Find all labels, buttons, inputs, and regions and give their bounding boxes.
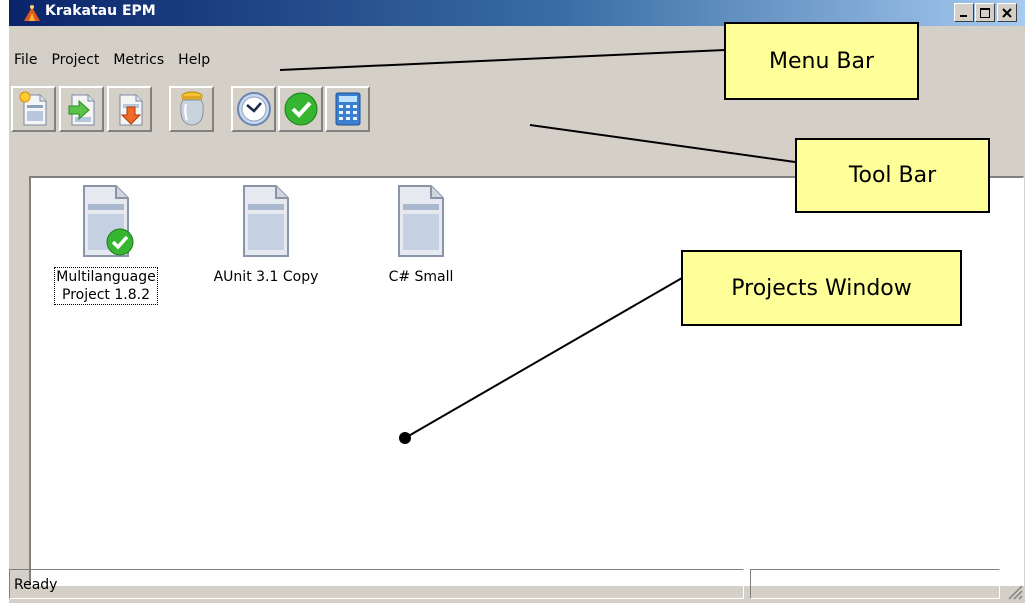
close-icon [1002,7,1012,18]
project-item-multilanguage[interactable]: Multilanguage Project 1.8.2 [41,182,171,305]
app-title: Krakatau EPM [45,3,156,19]
status-text: Ready [9,569,744,599]
clock-button[interactable] [231,86,276,132]
tool-bar-callout: Tool Bar [795,138,990,213]
krakatau-logo-icon [24,5,40,21]
menu-bar: File Project Metrics Help [9,48,217,72]
calculator-icon [335,92,360,126]
projects-window-callout: Projects Window [681,250,962,326]
menu-file[interactable]: File [9,52,44,68]
document-icon [243,185,289,257]
check-icon [284,92,317,126]
import-button[interactable] [59,86,104,132]
status-panel [750,569,1000,599]
project-label: Multilanguage Project 1.8.2 [54,267,158,305]
minimize-button[interactable] [954,3,974,22]
maximize-icon [980,7,990,18]
jar-button[interactable] [169,86,214,132]
project-item-aunit[interactable]: AUnit 3.1 Copy [201,182,331,286]
calculator-button[interactable] [325,86,370,132]
menu-metrics[interactable]: Metrics [106,52,171,68]
document-check-icon [83,185,134,257]
projects-window[interactable]: Multilanguage Project 1.8.2 AUnit 3.1 Cop… [29,176,1024,586]
import-icon [68,94,94,126]
status-bar: Ready [9,566,1025,603]
project-label: AUnit 3.1 Copy [213,269,319,285]
menu-help[interactable]: Help [171,52,217,68]
new-project-button[interactable] [11,86,56,132]
jar-icon [179,91,204,126]
new-project-icon [19,91,46,126]
export-icon [119,94,142,126]
check-button[interactable] [278,86,323,132]
export-button[interactable] [107,86,152,132]
menu-bar-callout: Menu Bar [724,22,919,100]
maximize-button[interactable] [975,3,995,22]
clock-icon [236,92,271,126]
resize-grip-icon[interactable] [1005,582,1023,600]
project-label: C# Small [388,269,454,285]
minimize-icon [960,14,967,17]
project-item-csharp-small[interactable]: C# Small [356,182,486,286]
close-button[interactable] [997,3,1017,22]
menu-project[interactable]: Project [44,52,106,68]
document-icon [398,185,444,257]
